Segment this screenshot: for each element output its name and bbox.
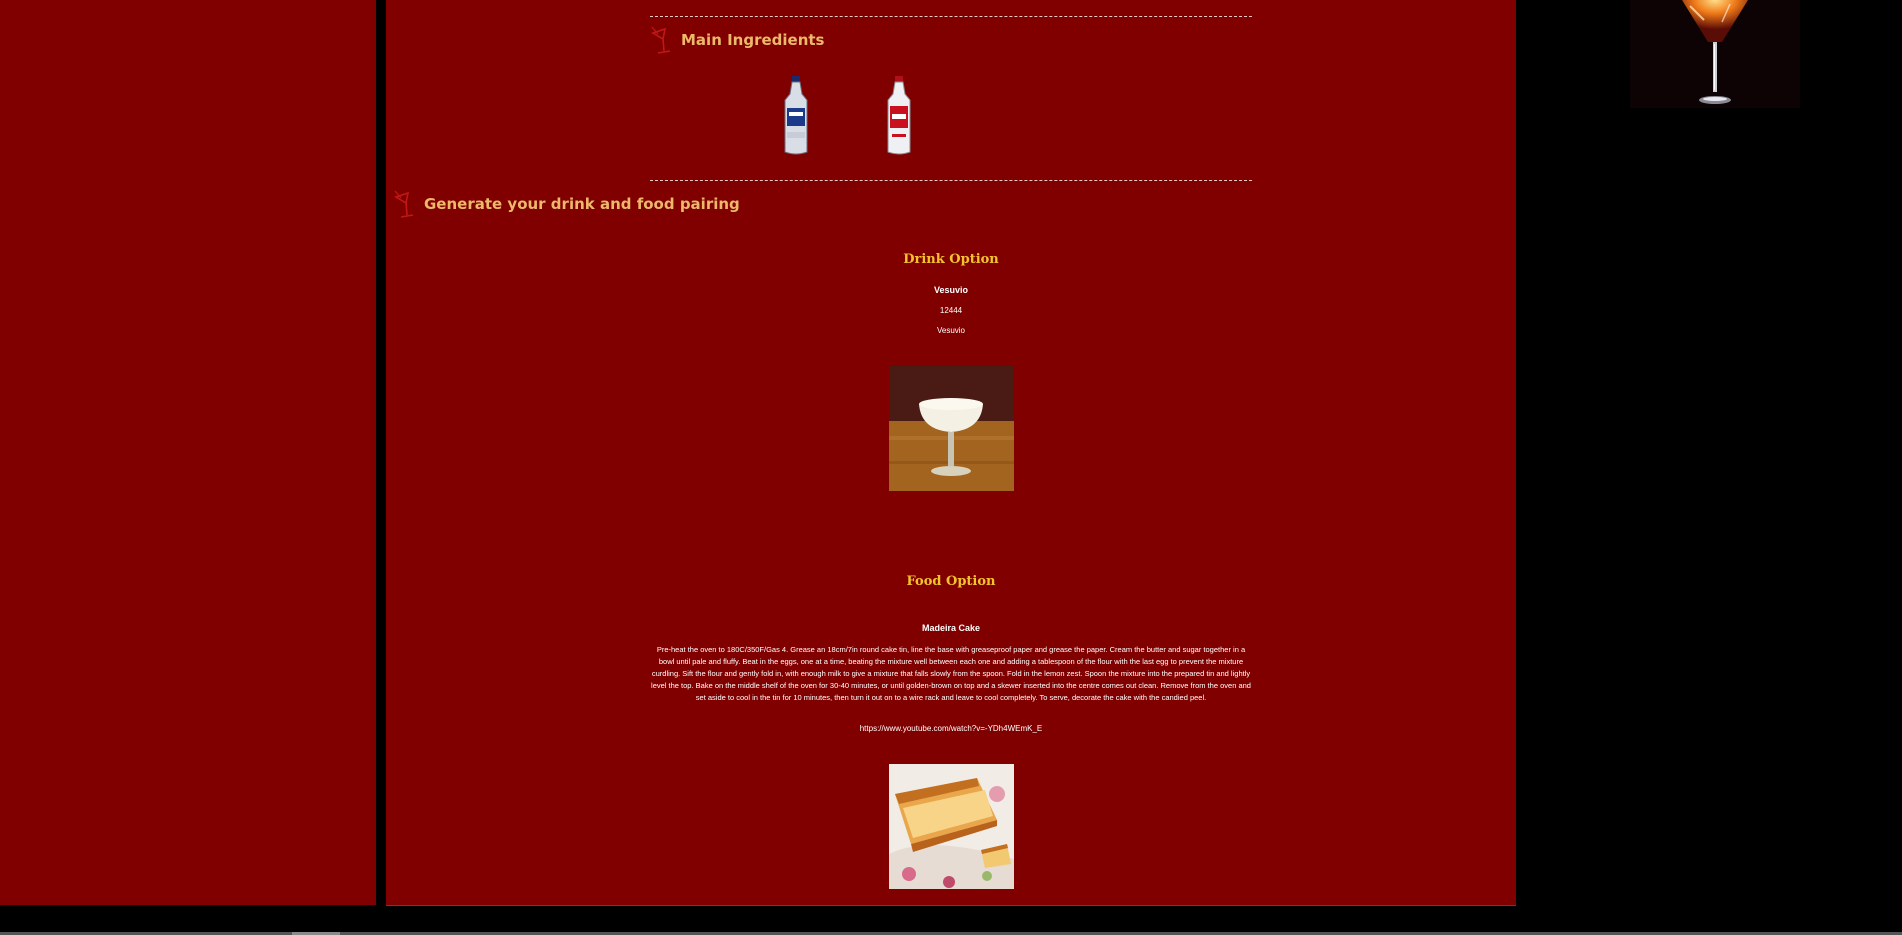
cocktail-glass-icon (650, 25, 676, 62)
pairing-title: Generate your drink and food pairing (424, 195, 740, 213)
food-name: Madeira Cake (921, 623, 981, 633)
cocktail-glass-image (1630, 0, 1800, 108)
vodka-bottle-red-icon[interactable] (884, 76, 914, 161)
food-image (889, 764, 1014, 889)
food-instructions: Pre-heat the oven to 180C/350F/Gas 4. Gr… (651, 645, 1251, 702)
vodka-bottle-blue-icon[interactable] (781, 76, 811, 161)
drink-id: 12444 (939, 306, 963, 315)
drink-name: Vesuvio (933, 285, 969, 295)
left-panel (0, 0, 376, 905)
drink-alt-name: Vesuvio (936, 326, 966, 335)
section-divider (650, 180, 1252, 181)
food-video-link[interactable]: https://www.youtube.com/watch?v=-YDh4WEm… (650, 724, 1252, 733)
main-ingredients-title: Main Ingredients (681, 31, 825, 49)
drink-image (889, 366, 1014, 491)
section-divider (650, 16, 1252, 17)
cocktail-glass-icon (393, 189, 419, 226)
food-option-heading: Food Option (906, 574, 996, 589)
left-panel-border (376, 0, 386, 905)
drink-option-heading: Drink Option (903, 252, 999, 267)
